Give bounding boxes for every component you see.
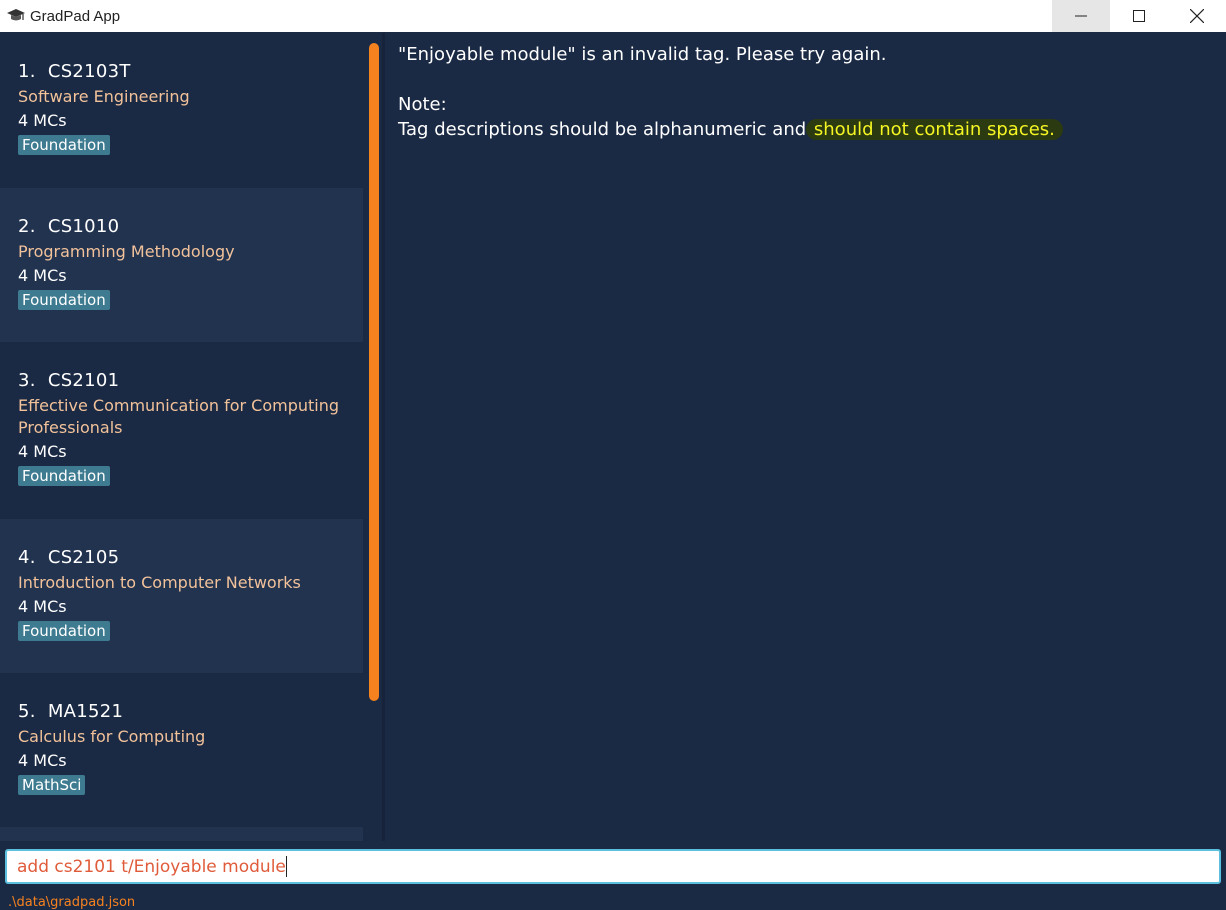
module-card[interactable]: 2. CS1010 Programming Methodology 4 MCs … [0, 188, 363, 342]
window-controls [1052, 0, 1226, 32]
close-button[interactable] [1168, 0, 1226, 32]
module-card[interactable]: 5. MA1521 Calculus for Computing 4 MCs M… [0, 673, 363, 827]
module-mcs: 4 MCs [18, 597, 67, 616]
module-code: 3. CS2101 [18, 370, 120, 391]
module-mcs: 4 MCs [18, 442, 67, 461]
module-tag: Foundation [18, 466, 110, 486]
module-tag: MathSci [18, 775, 86, 795]
minimize-button[interactable] [1052, 0, 1110, 32]
module-mcs: 4 MCs [18, 266, 67, 285]
module-code: 4. CS2105 [18, 547, 120, 568]
module-mcs: 4 MCs [18, 751, 67, 770]
module-title: Programming Methodology [18, 242, 235, 261]
module-title: Effective Communication for Computing Pr… [18, 396, 340, 437]
module-tag: Foundation [18, 621, 110, 641]
panel-divider[interactable] [382, 33, 385, 841]
note-label: Note: [398, 94, 447, 115]
graduation-cap-icon [6, 8, 26, 24]
module-title: Software Engineering [18, 87, 190, 106]
result-display: "Enjoyable module" is an invalid tag. Pl… [398, 42, 1208, 142]
module-mcs: 4 MCs [18, 111, 67, 130]
maximize-icon [1133, 10, 1145, 22]
maximize-button[interactable] [1110, 0, 1168, 32]
module-title: Calculus for Computing [18, 727, 206, 746]
error-message: "Enjoyable module" is an invalid tag. Pl… [398, 44, 887, 65]
module-card[interactable] [0, 827, 363, 841]
module-list[interactable]: 1. CS2103T Software Engineering 4 MCs Fo… [0, 33, 383, 841]
module-code: 5. MA1521 [18, 701, 124, 722]
minimize-icon [1075, 15, 1087, 17]
title-bar: GradPad App [0, 0, 1226, 32]
command-text: add cs2101 t/Enjoyable module [17, 856, 286, 877]
window-title: GradPad App [30, 7, 121, 25]
module-title: Introduction to Computer Networks [18, 573, 301, 592]
note-highlight: should not contain spaces. [805, 119, 1063, 140]
module-tag: Foundation [18, 135, 110, 155]
command-input[interactable]: add cs2101 t/Enjoyable module [5, 849, 1221, 884]
note-text: Tag descriptions should be alphanumeric … [398, 117, 1208, 142]
status-bar-path: .\data\gradpad.json [8, 895, 136, 910]
close-icon [1190, 9, 1204, 23]
module-card[interactable]: 3. CS2101 Effective Communication for Co… [0, 342, 363, 519]
text-caret [285, 856, 287, 877]
module-code: 1. CS2103T [18, 61, 131, 82]
module-card[interactable]: 4. CS2105 Introduction to Computer Netwo… [0, 519, 363, 673]
module-list-scrollbar[interactable] [369, 43, 379, 701]
module-code: 2. CS1010 [18, 216, 120, 237]
module-card[interactable]: 1. CS2103T Software Engineering 4 MCs Fo… [0, 33, 363, 188]
module-tag: Foundation [18, 290, 110, 310]
